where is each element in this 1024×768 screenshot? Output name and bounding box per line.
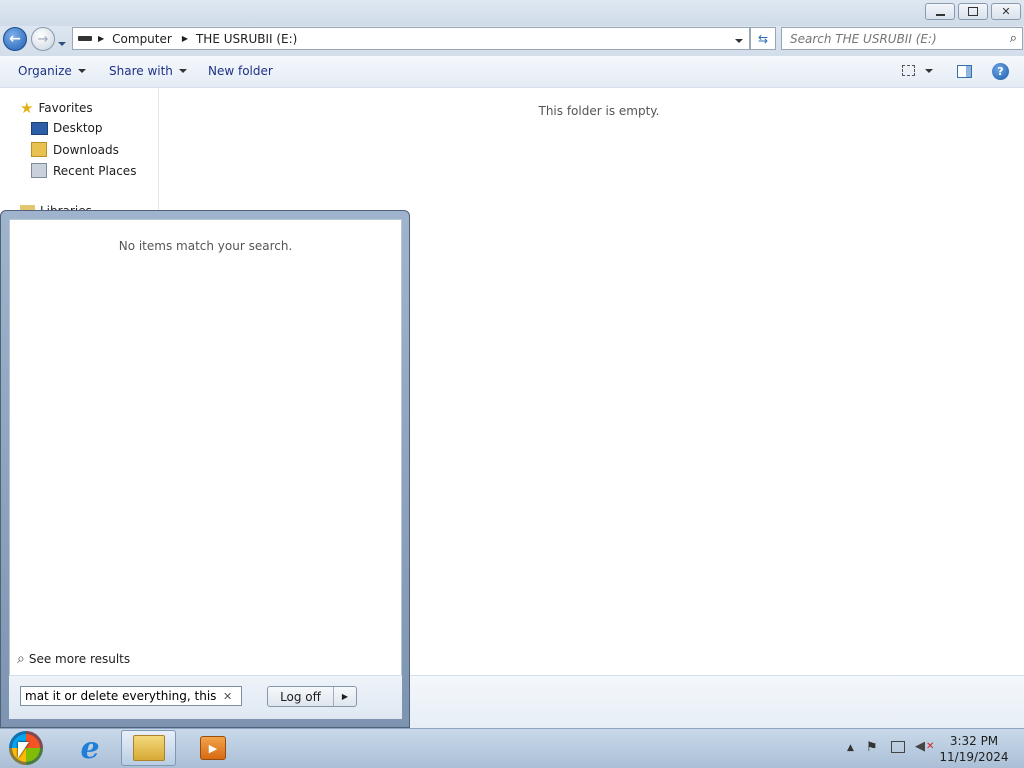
taskbar-media-player[interactable]: ▶ <box>193 730 233 766</box>
refresh-button[interactable]: ⇆ <box>750 27 776 50</box>
nav-downloads[interactable]: Downloads <box>31 142 119 157</box>
nav-desktop[interactable]: Desktop <box>31 121 103 135</box>
folder-icon <box>132 735 165 761</box>
forward-arrow-icon: → <box>37 31 49 47</box>
taskbar-windows-explorer[interactable] <box>121 730 176 766</box>
see-more-label: See more results <box>28 652 131 666</box>
minimize-button[interactable] <box>925 3 955 20</box>
downloads-folder-icon <box>31 142 47 157</box>
show-hidden-icons-icon[interactable]: ▲ <box>847 743 854 753</box>
organize-menu[interactable]: Organize <box>18 64 86 78</box>
shutdown-options-arrow-icon[interactable]: ▶ <box>333 687 356 706</box>
search-box[interactable]: ⌕ <box>781 27 1023 50</box>
internet-explorer-icon: e <box>80 730 100 766</box>
view-grid-icon <box>902 65 915 76</box>
organize-label: Organize <box>18 64 72 78</box>
close-icon: ✕ <box>1001 5 1011 18</box>
nav-recent-places[interactable]: Recent Places <box>31 163 136 178</box>
action-center-flag-icon[interactable]: ⚑ <box>866 740 878 755</box>
desktop-icon <box>31 121 48 135</box>
mouse-cursor-icon <box>18 742 29 758</box>
taskbar-internet-explorer[interactable]: e <box>70 730 110 766</box>
refresh-icon: ⇆ <box>757 31 769 46</box>
help-icon[interactable]: ? <box>992 63 1009 80</box>
empty-folder-message: This folder is empty. <box>538 104 660 118</box>
nav-favorites[interactable]: ★ Favorites <box>20 99 93 117</box>
restore-button[interactable] <box>958 3 988 20</box>
breadcrumb-drive[interactable]: THE USRUBII (E:) <box>196 32 297 46</box>
recent-pages-button[interactable] <box>58 35 66 49</box>
new-folder-label: New folder <box>208 64 273 78</box>
system-clock[interactable]: 3:32 PM 11/19/2024 <box>938 734 1010 764</box>
new-folder-button[interactable]: New folder <box>208 64 273 78</box>
forward-button[interactable]: → <box>31 27 55 51</box>
recent-places-icon <box>31 163 47 178</box>
breadcrumb-separator-icon: ▶ <box>98 34 105 43</box>
address-bar[interactable]: ▶ Computer ▶ THE USRUBII (E:) <box>72 27 750 50</box>
preview-pane-icon[interactable] <box>957 65 972 78</box>
restore-icon <box>968 7 978 16</box>
network-icon[interactable] <box>891 741 905 753</box>
window-titlebar <box>0 0 1024 26</box>
share-with-label: Share with <box>109 64 173 78</box>
desktop-label: Desktop <box>53 121 103 135</box>
clock-date: 11/19/2024 <box>939 750 1009 764</box>
log-off-label: Log off <box>280 689 321 704</box>
breadcrumb-separator-icon: ▶ <box>181 34 188 43</box>
clock-time: 3:32 PM <box>949 734 999 748</box>
volume-muted-icon[interactable]: ◀ ✕ <box>915 739 934 754</box>
back-button[interactable]: ← <box>3 27 27 51</box>
minimize-icon <box>935 13 945 16</box>
recent-places-label: Recent Places <box>53 163 137 178</box>
back-arrow-icon: ← <box>9 31 21 47</box>
close-window-button[interactable]: ✕ <box>991 3 1021 20</box>
drive-icon <box>78 36 92 41</box>
see-more-results-link[interactable]: ⌕ See more results <box>17 651 130 667</box>
breadcrumb-computer[interactable]: Computer <box>112 32 172 46</box>
chevron-down-icon <box>58 42 66 46</box>
log-off-button[interactable]: Log off ▶ <box>267 686 357 707</box>
clear-search-icon[interactable]: ✕ <box>223 690 232 703</box>
magnifier-icon: ⌕ <box>17 651 25 667</box>
star-icon: ★ <box>20 99 34 117</box>
change-view-button[interactable] <box>902 65 933 76</box>
start-search-input[interactable] <box>21 688 223 704</box>
start-menu-results-panel: No items match your search. ⌕ See more r… <box>9 219 402 719</box>
start-search-box[interactable]: ✕ <box>20 686 242 706</box>
favorites-label: Favorites <box>38 101 93 115</box>
share-with-menu[interactable]: Share with <box>109 64 187 78</box>
media-player-icon: ▶ <box>200 736 226 760</box>
search-icon[interactable]: ⌕ <box>1010 31 1017 46</box>
downloads-label: Downloads <box>53 142 119 157</box>
search-input[interactable] <box>782 30 1002 47</box>
address-dropdown-icon[interactable] <box>735 32 743 46</box>
no-results-message: No items match your search. <box>118 239 293 253</box>
